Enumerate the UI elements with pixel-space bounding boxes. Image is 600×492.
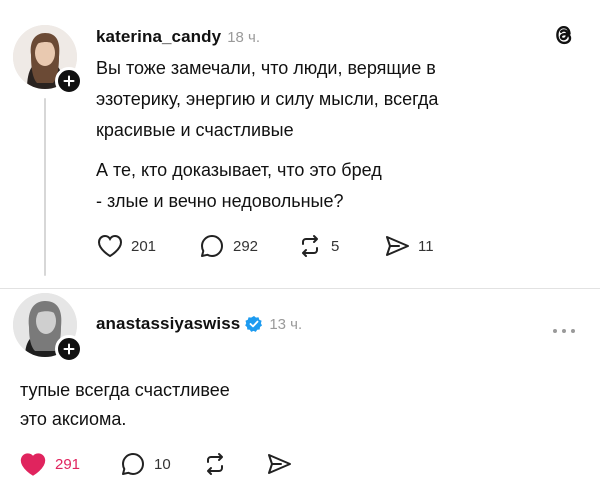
repost-icon [302, 235, 318, 257]
more-icon [553, 329, 575, 333]
share-icon [386, 236, 409, 256]
post2-reply-button[interactable]: 10 [119, 450, 171, 478]
post1-text-paragraph2: А те, кто доказывает, что это бред - злы… [96, 160, 382, 211]
post2-text: тупые всегда счастливее это аксиома. [20, 380, 230, 429]
thread-connector-line [44, 98, 46, 276]
post2-username[interactable]: anastassiyaswiss [96, 314, 240, 334]
avatar-anastassiya[interactable] [13, 293, 83, 363]
heart-icon [97, 234, 123, 258]
post1-timestamp: 18 ч. [227, 29, 261, 46]
repost-icon [207, 453, 223, 475]
post1-header: katerina_candy 18 ч. [96, 27, 260, 47]
post2-header: anastassiyaswiss 13 ч. [96, 314, 302, 334]
follow-plus-button[interactable] [55, 335, 83, 363]
post2-share-button[interactable] [265, 450, 293, 478]
share-icon [268, 454, 291, 474]
post-divider [0, 288, 600, 289]
post2-reply-count: 10 [154, 455, 171, 473]
post1-reply-button[interactable]: 292 [198, 232, 258, 260]
post1-text-paragraph1: Вы тоже замечали, что люди, верящие в эз… [96, 58, 439, 140]
post1-share-button[interactable]: 11 [383, 232, 434, 260]
plus-icon [63, 75, 75, 87]
avatar-katerina[interactable] [13, 25, 83, 95]
verified-badge-icon [245, 316, 263, 332]
post1-like-button[interactable]: 201 [96, 233, 156, 259]
post2-like-count: 291 [55, 456, 81, 473]
post1-like-count: 201 [131, 237, 157, 255]
post2-repost-button[interactable] [201, 450, 229, 478]
threads-logo-icon[interactable] [553, 23, 575, 52]
comment-icon [122, 453, 144, 475]
post2-like-button[interactable]: 291 [18, 451, 80, 478]
plus-icon [63, 343, 75, 355]
more-options-button[interactable] [552, 321, 576, 339]
follow-plus-button[interactable] [55, 67, 83, 95]
post1-reply-count: 292 [233, 237, 259, 255]
post2-timestamp: 13 ч. [269, 315, 303, 333]
heart-icon [20, 453, 46, 476]
post1-repost-button[interactable]: 5 [296, 232, 339, 260]
comment-icon [201, 235, 223, 257]
post1-share-count: 11 [418, 237, 434, 255]
post1-repost-count: 5 [331, 237, 340, 255]
post1-username[interactable]: katerina_candy [96, 27, 221, 47]
